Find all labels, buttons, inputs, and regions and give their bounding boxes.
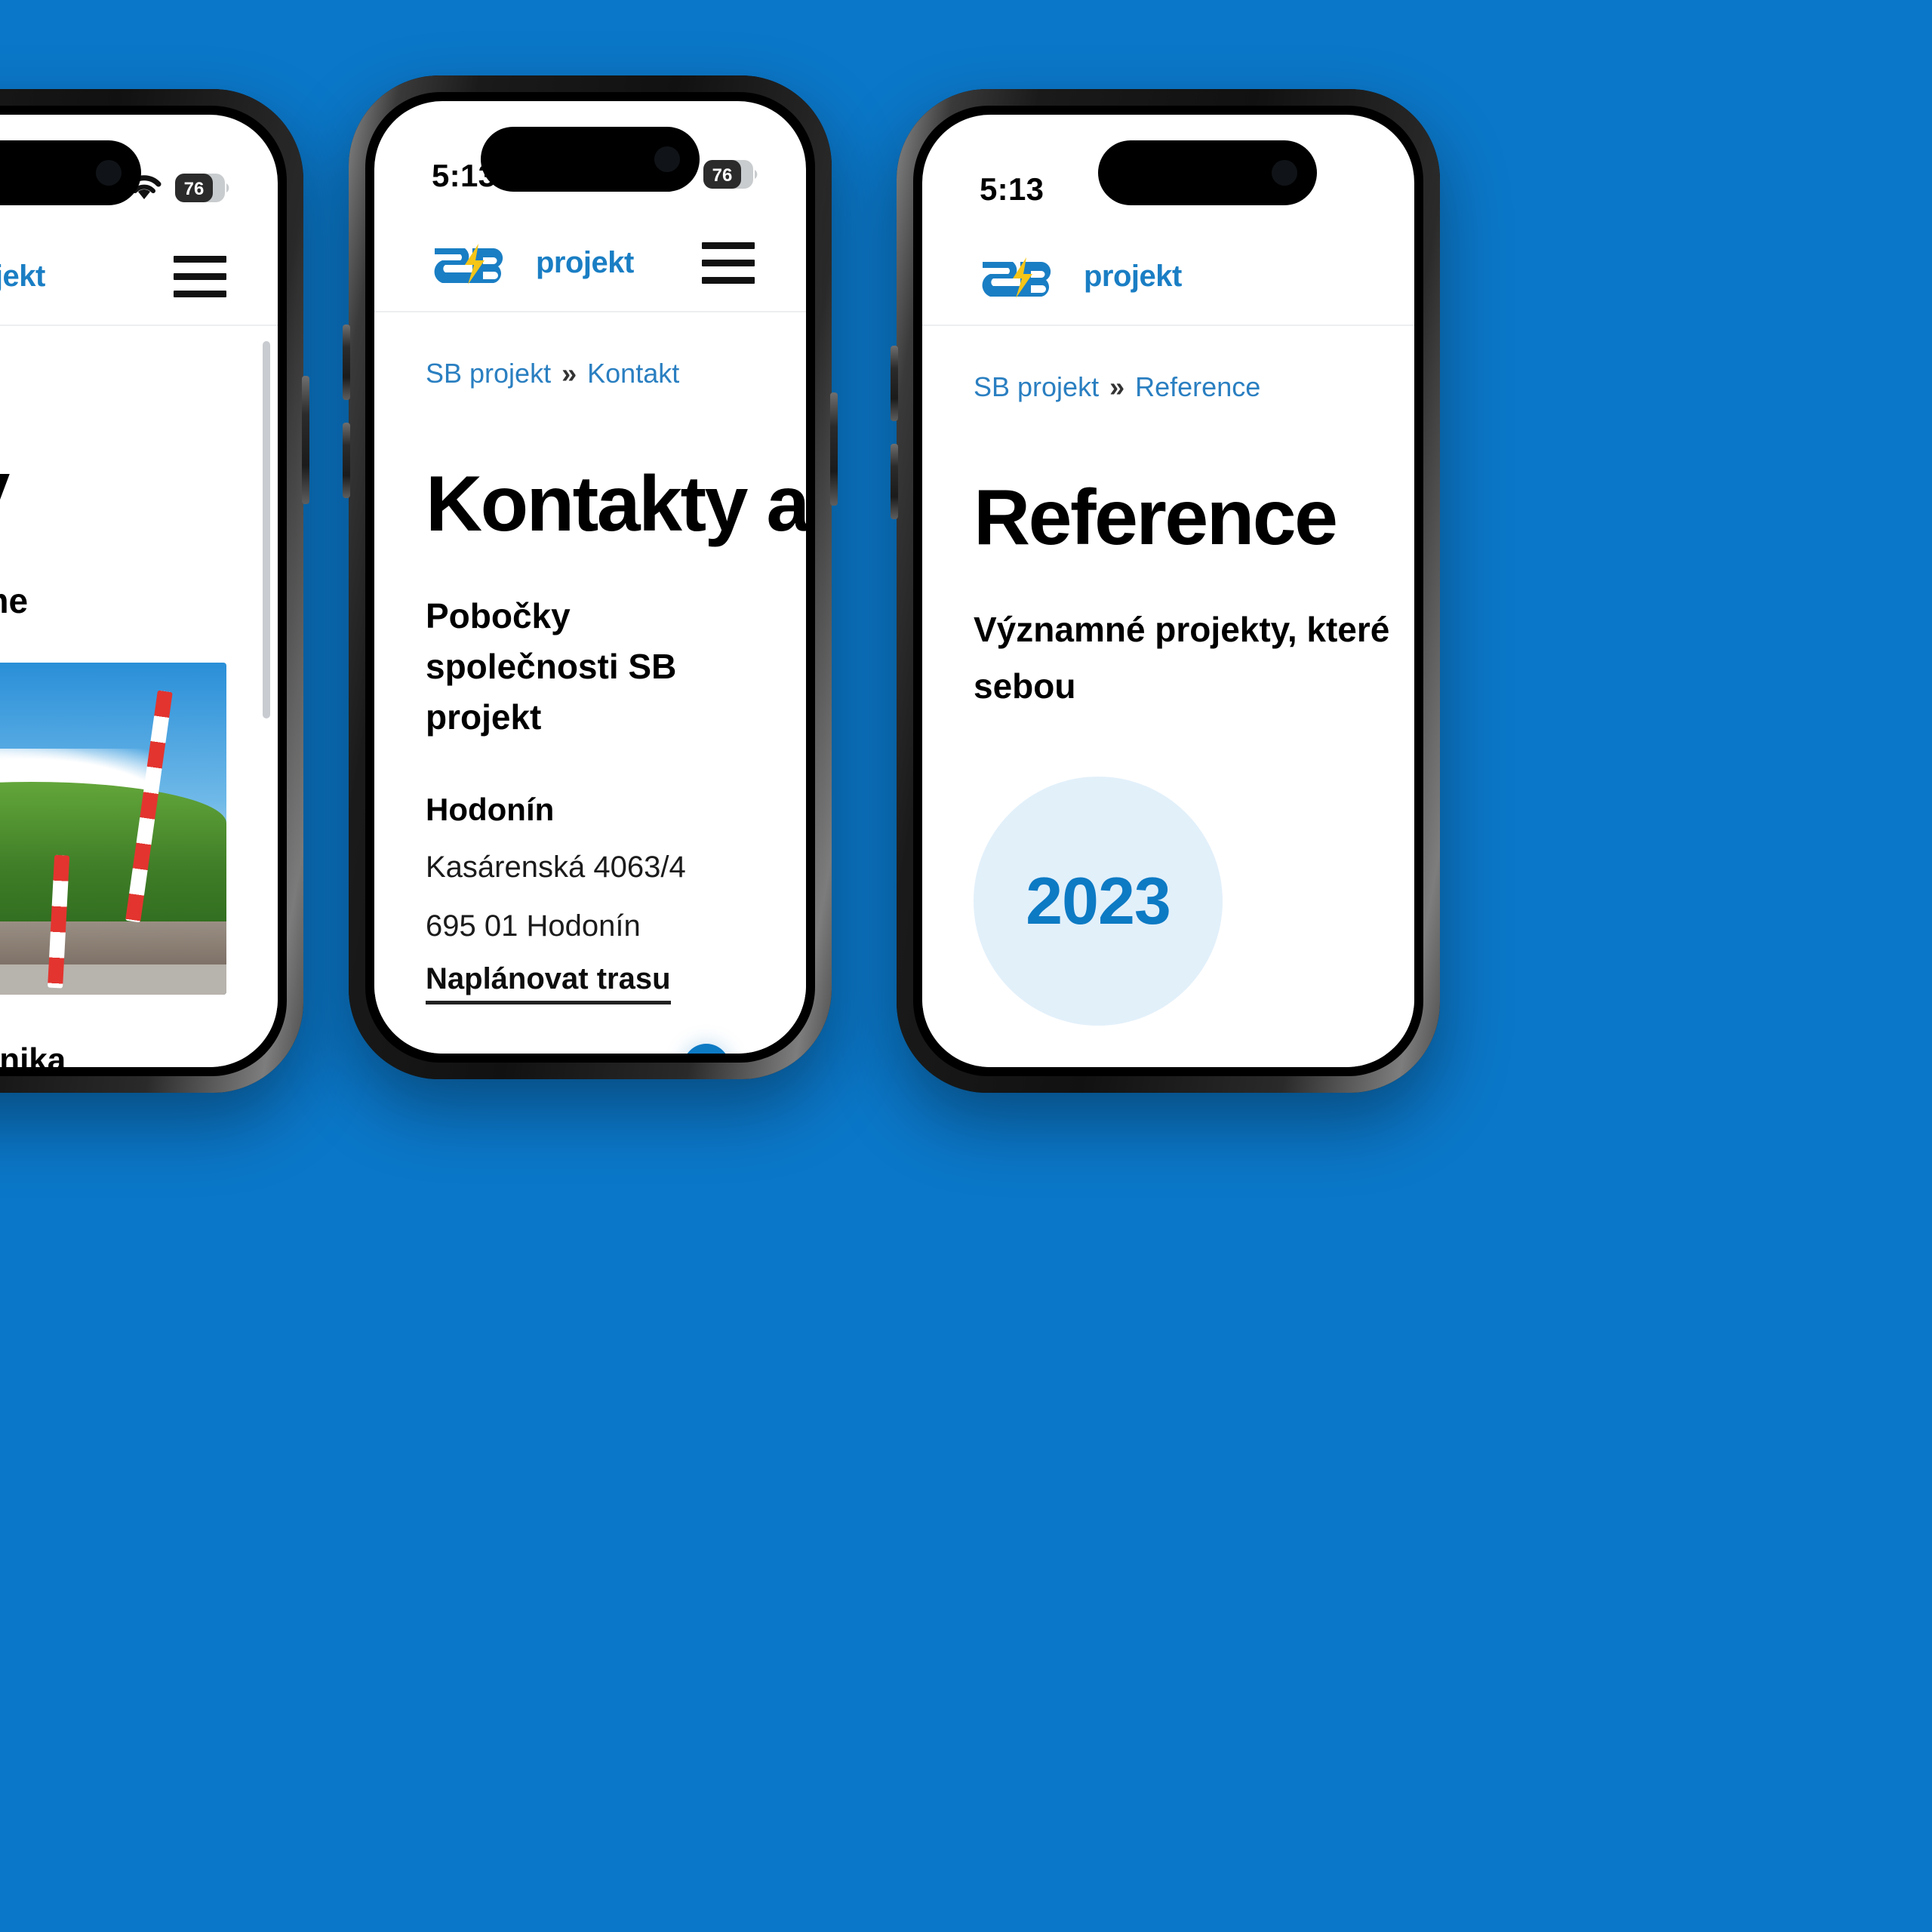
scrollbar-left[interactable] bbox=[263, 341, 270, 718]
branch-item: Hodonín Kasárenská 4063/4 695 01 Hodonín… bbox=[426, 792, 755, 1054]
breadcrumb-root-center[interactable]: SB projekt bbox=[426, 358, 551, 389]
page-subtitle-center: Pobočky společnosti SB projekt bbox=[426, 596, 677, 737]
logo-wordmark-center: projekt bbox=[536, 245, 634, 279]
page-content-right: SB projekt » Reference Reference Významn… bbox=[922, 328, 1414, 1067]
battery-icon: 76 bbox=[703, 159, 759, 192]
page-subtitle-right-line1: Významné projekty, které bbox=[974, 610, 1390, 650]
breadcrumb-current-right[interactable]: Reference bbox=[1135, 371, 1260, 402]
page-subtitle-right-line2: sebou bbox=[974, 666, 1076, 706]
breadcrumb-center: SB projekt » Kontakt bbox=[426, 314, 755, 389]
branch-name: Hodonín bbox=[426, 792, 555, 828]
phone-center: 5:13 76 projekt SB projekt » Kontakt Kon… bbox=[343, 75, 838, 1079]
branch-city: 695 01 Hodonín bbox=[426, 909, 641, 943]
breadcrumb-root-right[interactable]: SB projekt bbox=[974, 371, 1099, 402]
volume-up-button-right[interactable] bbox=[891, 346, 898, 421]
hamburger-menu-left[interactable] bbox=[174, 255, 226, 297]
breadcrumb-separator: » bbox=[561, 358, 577, 389]
svg-text:76: 76 bbox=[184, 179, 205, 199]
plan-route-link[interactable]: Naplánovat trasu bbox=[426, 962, 671, 1005]
sb-projekt-logo-center[interactable]: projekt bbox=[426, 239, 634, 286]
breadcrumb-right: SB projekt » Reference bbox=[974, 328, 1363, 403]
sb-projekt-logo-right[interactable]: projekt bbox=[974, 253, 1182, 300]
year-badge-2023: 2023 bbox=[974, 776, 1223, 1026]
dynamic-island-right bbox=[1098, 140, 1318, 205]
service-heading-left: ovací technika bbox=[0, 1041, 66, 1067]
volume-up-button-center[interactable] bbox=[343, 325, 350, 400]
page-content-center: SB projekt » Kontakt Kontakty a pobočky … bbox=[374, 314, 806, 1054]
branch-street: Kasárenská 4063/4 bbox=[426, 851, 686, 884]
dynamic-island-left bbox=[0, 140, 141, 205]
front-camera-icon bbox=[1272, 160, 1298, 186]
front-camera-icon bbox=[654, 146, 680, 172]
sb-projekt-logo-left[interactable]: projekt bbox=[0, 253, 45, 300]
screenshot-stage: 5:13 bbox=[0, 0, 1932, 1932]
screen-center: 5:13 76 projekt SB projekt » Kontakt Kon… bbox=[374, 101, 806, 1054]
hamburger-bar bbox=[702, 276, 755, 284]
power-button-left[interactable] bbox=[302, 376, 309, 504]
dynamic-island-center bbox=[481, 127, 700, 192]
breadcrumb-current-center[interactable]: Kontakt bbox=[587, 358, 679, 389]
contact-persons-link[interactable]: Kontaktní osoby bbox=[426, 1044, 755, 1054]
hamburger-bar bbox=[702, 259, 755, 266]
phone-right: 5:13 projekt SB projekt » Reference Refe… bbox=[891, 89, 1440, 1093]
hamburger-bar bbox=[174, 290, 226, 297]
page-subtitle-left: oskytujeme bbox=[0, 581, 29, 621]
page-title-left: užby bbox=[0, 448, 226, 531]
status-clock-right: 5:13 bbox=[980, 171, 1044, 207]
hamburger-menu-center[interactable] bbox=[702, 242, 755, 284]
phone-left: 5:13 bbox=[0, 89, 309, 1093]
logo-wordmark-right: projekt bbox=[1084, 259, 1182, 293]
page-title-right: Reference bbox=[974, 474, 1338, 561]
hamburger-bar bbox=[702, 242, 755, 249]
site-header-left: projekt bbox=[0, 228, 278, 326]
chevron-right-icon bbox=[683, 1044, 731, 1054]
volume-down-button-right[interactable] bbox=[891, 444, 898, 519]
sb-lightning-logo-icon bbox=[434, 244, 503, 285]
svg-text:76: 76 bbox=[712, 165, 733, 186]
screen-right: 5:13 projekt SB projekt » Reference Refe… bbox=[922, 115, 1414, 1067]
power-button-center[interactable] bbox=[830, 392, 838, 506]
breadcrumb-separator: » bbox=[1109, 371, 1125, 402]
logo-wordmark-left: projekt bbox=[0, 259, 45, 293]
page-title-center: Kontakty a pobočky bbox=[426, 460, 806, 548]
hamburger-bar bbox=[174, 255, 226, 263]
front-camera-icon bbox=[96, 160, 122, 186]
battery-icon: 76 bbox=[175, 173, 231, 206]
hamburger-bar bbox=[174, 272, 226, 280]
contact-persons-label: Kontaktní osoby bbox=[426, 1051, 662, 1054]
site-header-right: projekt bbox=[922, 228, 1414, 326]
page-content-left: užby oskytujeme ovací technika ovací tec… bbox=[0, 328, 278, 1067]
site-header-center: projekt bbox=[374, 214, 806, 312]
volume-down-button-center[interactable] bbox=[343, 423, 350, 498]
screen-left: 5:13 bbox=[0, 115, 278, 1067]
sb-lightning-logo-icon bbox=[982, 257, 1051, 298]
railway-crossing-photo bbox=[0, 662, 226, 995]
